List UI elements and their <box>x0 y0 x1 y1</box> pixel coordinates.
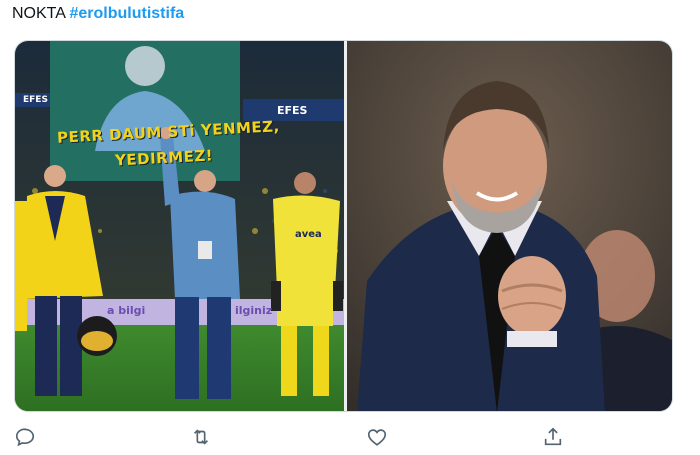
like-button[interactable] <box>364 424 390 450</box>
reply-button[interactable] <box>12 424 38 450</box>
reply-icon <box>15 428 35 447</box>
coach-photo <box>347 41 672 411</box>
share-button[interactable] <box>540 424 566 450</box>
stadium-photo <box>15 41 344 411</box>
sponsor-text-right: EFES <box>277 104 308 117</box>
sponsor-text-left: EFES <box>23 95 48 105</box>
ad-board-text-left: a bilgi <box>107 304 146 317</box>
jersey-sponsor-text: avea <box>295 229 322 240</box>
media-photo-left[interactable]: PERR DAUM STi YENMEZ, YEDIRMEZ! EFES EFE… <box>15 41 344 411</box>
tweet-media[interactable]: PERR DAUM STi YENMEZ, YEDIRMEZ! EFES EFE… <box>14 40 673 412</box>
tweet-actions-bar <box>0 420 700 455</box>
ad-board-text-right: ilginiz <box>235 304 273 317</box>
hashtag-link[interactable]: #erolbulutistifa <box>70 5 185 22</box>
share-icon <box>544 427 562 446</box>
like-icon <box>367 429 387 446</box>
tweet-text: NOKTA #erolbulutistifa <box>12 5 184 23</box>
retweet-icon <box>193 429 209 445</box>
media-photo-right[interactable] <box>347 41 672 411</box>
retweet-button[interactable] <box>188 424 214 450</box>
tweet-text-prefix: NOKTA <box>12 5 70 22</box>
